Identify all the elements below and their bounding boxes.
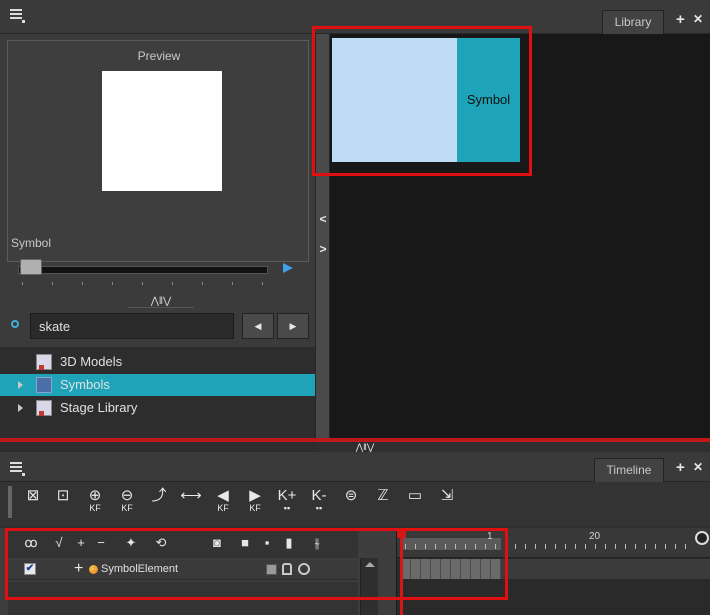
library-left-pane: Preview Symbol ⋀‖⋁ ◀ ▶ 3D Models Symbols… [0,34,315,474]
slider-thumb[interactable] [20,259,42,275]
set-keyframe-icon-glyph: K+ [277,487,297,504]
motion-path-icon-glyph: ⤴ [151,487,167,504]
folder-icon [36,377,52,393]
symbol-label: Symbol [11,236,52,250]
expand-arrow-icon[interactable] [18,381,23,389]
ruler-tick [675,544,676,549]
ruler-tick [555,544,556,549]
next-keyframe-icon[interactable]: ▶ KF [240,488,270,518]
previous-keyframe-icon-glyph: ◀ [217,487,229,504]
timeline-panel-header: Timeline + ✕ [0,452,710,482]
expand-arrow-icon[interactable] [18,404,23,412]
library-menu-icon[interactable] [10,9,25,23]
search-previous-button[interactable]: ◀ [242,313,274,339]
ruler-tick [545,544,546,549]
add-drawing-icon-glyph: ⊠ [26,487,40,504]
tween-icon-glyph: ℤ [377,487,389,504]
onion-skin-icon[interactable]: ⊜ [336,488,366,518]
collapse-right-icon[interactable]: > [318,242,328,256]
remove-keyframe-icon-glyph: ⊖ [120,487,134,504]
tree-item-3d-models[interactable]: 3D Models [0,351,315,373]
preview-swatch [102,71,222,191]
ruler-tick [685,544,686,549]
ruler-tick [525,544,526,549]
add-keyframe-icon[interactable]: ⊕ KF [80,488,110,518]
ruler-label-20: 20 [589,531,601,542]
scene-end-handle-icon[interactable] [695,531,709,545]
add-drawing-icon[interactable]: ⊠ [18,488,48,518]
motion-path-icon[interactable]: ⤴ [144,488,174,518]
empty-cells[interactable] [501,559,710,579]
tab-timeline[interactable]: Timeline [594,458,664,482]
constant-segment-icon-glyph: ⟷ [180,487,202,504]
ruler-tick [645,544,646,549]
preview-collapse-icon[interactable]: ⋀‖⋁ [128,296,194,308]
onion-skin-icon-glyph: ⊜ [344,487,358,504]
tree-item-label: 3D Models [60,354,123,369]
close-panel-icon[interactable]: ✕ [693,461,703,473]
folder-icon [36,400,52,416]
ruler-tick [635,544,636,549]
ruler-tick [585,544,586,549]
panel-collapse-icon[interactable]: ⋀‖⋁ [330,442,400,452]
highlight-box-library [312,26,532,176]
ruler-tick [655,544,656,549]
expand-icon-glyph: ⇲ [440,487,454,504]
toolbar-grip[interactable] [8,486,12,518]
tree-item-label: Stage Library [60,400,138,415]
ruler-tick [615,544,616,549]
symbol-frame-slider[interactable] [18,266,268,274]
tree-item-symbols[interactable]: Symbols [0,374,315,396]
previous-keyframe-icon-label: KF [217,503,229,513]
add-panel-icon[interactable]: + [676,12,685,27]
ruler-tick [515,544,516,549]
collapse-left-icon[interactable]: < [318,212,328,226]
close-panel-icon[interactable]: ✕ [693,13,703,25]
delete-keyframe-icon-label: ▪▪ [315,503,323,513]
delete-keyframe-icon-glyph: K- [311,487,327,504]
tree-item-stage-library[interactable]: Stage Library [0,397,315,419]
ruler-tick [535,544,536,549]
set-keyframe-icon[interactable]: K+ ▪▪ [272,488,302,518]
delete-keyframe-icon[interactable]: K- ▪▪ [304,488,334,518]
previous-keyframe-icon[interactable]: ◀ KF [208,488,238,518]
sequence-icon[interactable]: ▭ [400,488,430,518]
next-keyframe-icon-glyph: ▶ [249,487,261,504]
add-panel-icon[interactable]: + [676,460,685,475]
expand-icon[interactable]: ⇲ [432,488,462,518]
ruler-tick [595,544,596,549]
constant-segment-icon[interactable]: ⟷ [176,488,206,518]
ruler-tick [665,544,666,549]
library-search-row: ◀ ▶ [0,311,315,341]
remove-keyframe-icon[interactable]: ⊖ KF [112,488,142,518]
search-icon [11,320,19,328]
duplicate-drawing-icon[interactable]: ⊡ [48,488,78,518]
ruler-tick [605,544,606,549]
tree-item-label: Symbols [60,377,110,392]
play-icon[interactable] [283,263,293,273]
remove-keyframe-icon-label: KF [121,503,133,513]
next-keyframe-icon-label: KF [249,503,261,513]
add-keyframe-icon-label: KF [89,503,101,513]
add-keyframe-icon-glyph: ⊕ [88,487,102,504]
library-search-input[interactable] [30,313,234,339]
ruler-tick [565,544,566,549]
ruler-tick [575,544,576,549]
ruler-tick [625,544,626,549]
folder-icon [36,354,52,370]
tab-library[interactable]: Library [602,10,664,34]
timeline-menu-icon[interactable] [10,462,25,476]
preview-label: Preview [137,49,181,63]
preview-area: Preview [7,40,309,262]
highlight-box-timeline [5,528,508,600]
search-next-button[interactable]: ▶ [277,313,309,339]
sequence-icon-glyph: ▭ [407,487,423,504]
tween-icon[interactable]: ℤ [368,488,398,518]
set-keyframe-icon-label: ▪▪ [283,503,291,513]
duplicate-drawing-icon-glyph: ⊡ [56,487,70,504]
timeline-toolbar: ⊠ ⊡ ⊕ KF ⊖ KF ⤴ ⟷ ◀ KF ▶ KF K+ ▪▪ K- ▪▪ ⊜ ℤ ▭ ⇲ [0,482,710,526]
